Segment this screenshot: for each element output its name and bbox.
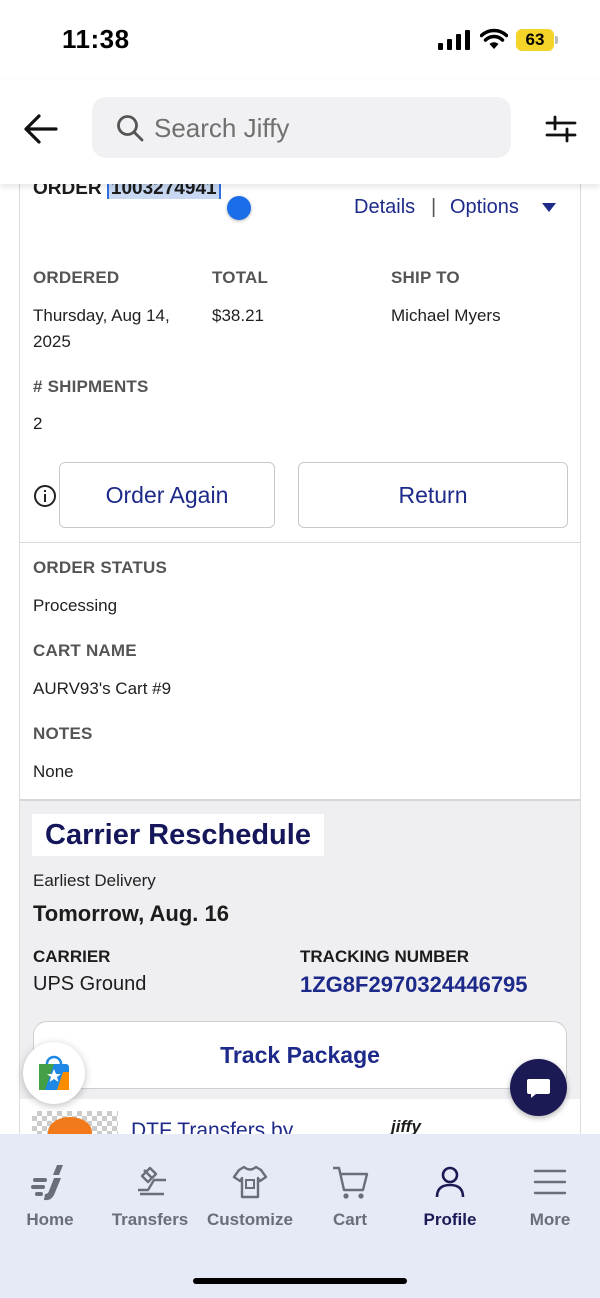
carrier-value: UPS Ground [33, 973, 147, 995]
text-selection-handle[interactable] [227, 196, 251, 220]
wifi-icon [480, 28, 508, 49]
product-title-link[interactable]: DTF Transfers by [131, 1119, 293, 1134]
order-heading: ORDER 1003274941 [33, 184, 221, 200]
tracking-number-label: TRACKING NUMBER [300, 947, 470, 966]
ship-to-label: SHIP TO [391, 268, 460, 287]
tab-label: More [529, 1210, 571, 1229]
menu-icon [533, 1169, 567, 1195]
transfers-icon [138, 1166, 166, 1196]
back-arrow-icon[interactable] [22, 110, 60, 148]
order-status-value: Processing [33, 596, 118, 615]
ordered-value: Thursday, Aug 14, 2025 [33, 306, 170, 351]
bottom-tab-bar: Home Transfers Customize Cart Profile Mo… [0, 1134, 600, 1298]
caret-down-icon[interactable] [542, 203, 556, 212]
home-indicator [193, 1278, 407, 1284]
shipment-title: Carrier Reschedule [45, 819, 311, 851]
product-thumbnail [32, 1111, 118, 1134]
app-header: Search Jiffy [0, 80, 600, 184]
search-icon [117, 115, 144, 142]
status-time: 11:38 [62, 24, 130, 54]
profile-icon [435, 1166, 465, 1198]
track-package-button[interactable]: Track Package [33, 1021, 567, 1089]
jiffy-logo-icon [31, 1165, 63, 1201]
tab-cart[interactable]: Cart [300, 1156, 400, 1236]
product-row[interactable]: DTF Transfers by jiffy [20, 1099, 580, 1134]
cart-name-label: CART NAME [33, 641, 137, 660]
order-status-label: ORDER STATUS [33, 558, 167, 577]
earliest-delivery-date: Tomorrow, Aug. 16 [33, 901, 229, 926]
tab-label: Cart [332, 1210, 367, 1229]
tab-transfers[interactable]: Transfers [100, 1156, 200, 1236]
order-heading-prefix: ORDER [33, 184, 102, 199]
notes-label: NOTES [33, 724, 93, 743]
info-icon[interactable] [34, 485, 56, 507]
shipments-label: # SHIPMENTS [33, 377, 149, 396]
total-label: TOTAL [212, 268, 269, 287]
cart-icon [333, 1166, 369, 1199]
carrier-label: CARRIER [33, 947, 111, 966]
carrier-title-box: Carrier Reschedule [32, 814, 324, 856]
filter-icon[interactable] [544, 112, 578, 146]
tab-label: Profile [423, 1210, 477, 1229]
return-button[interactable]: Return [298, 462, 568, 528]
shopping-bag-button[interactable] [23, 1042, 85, 1104]
search-input[interactable]: Search Jiffy [92, 97, 511, 158]
search-placeholder: Search Jiffy [154, 113, 290, 143]
status-bar: 11:38 63 [0, 0, 600, 80]
product-brand-logo: jiffy [391, 1117, 421, 1134]
cart-name-value: AURV93's Cart #9 [33, 679, 172, 698]
shopping-bag-icon [39, 1055, 69, 1090]
cellular-signal-icon [438, 30, 470, 50]
tab-home[interactable]: Home [0, 1156, 100, 1236]
shipments-value: 2 [33, 414, 43, 433]
tab-label: Customize [207, 1210, 293, 1229]
tab-label: Home [26, 1210, 74, 1229]
battery-level: 63 [525, 30, 545, 49]
order-details-content: ORDER 1003274941 Details | Options ORDER… [0, 184, 600, 1134]
divider [20, 542, 580, 543]
ordered-label: ORDERED [33, 268, 120, 287]
tracking-number-link[interactable]: 1ZG8F2970324446795 [300, 972, 528, 998]
total-value: $38.21 [212, 306, 264, 325]
battery-icon: 63 [516, 29, 558, 51]
order-number[interactable]: 1003274941 [106, 184, 221, 199]
notes-value: None [33, 762, 74, 781]
link-separator: | [431, 196, 437, 218]
chat-bubble-icon [527, 1079, 550, 1098]
tab-customize[interactable]: Customize [200, 1156, 300, 1236]
options-link[interactable]: Options [450, 196, 519, 219]
order-again-button[interactable]: Order Again [59, 462, 275, 528]
tab-more[interactable]: More [500, 1156, 600, 1236]
shipment-section: Carrier Reschedule Earliest Delivery Tom… [20, 799, 580, 1134]
order-card: ORDER 1003274941 Details | Options ORDER… [19, 184, 581, 1134]
tab-profile[interactable]: Profile [400, 1156, 500, 1236]
details-link[interactable]: Details [354, 196, 415, 219]
earliest-delivery-label: Earliest Delivery [33, 871, 156, 890]
chat-button[interactable] [510, 1059, 567, 1116]
tab-label: Transfers [111, 1210, 189, 1229]
ship-to-value: Michael Myers [391, 306, 501, 325]
shirt-icon [232, 1165, 268, 1199]
